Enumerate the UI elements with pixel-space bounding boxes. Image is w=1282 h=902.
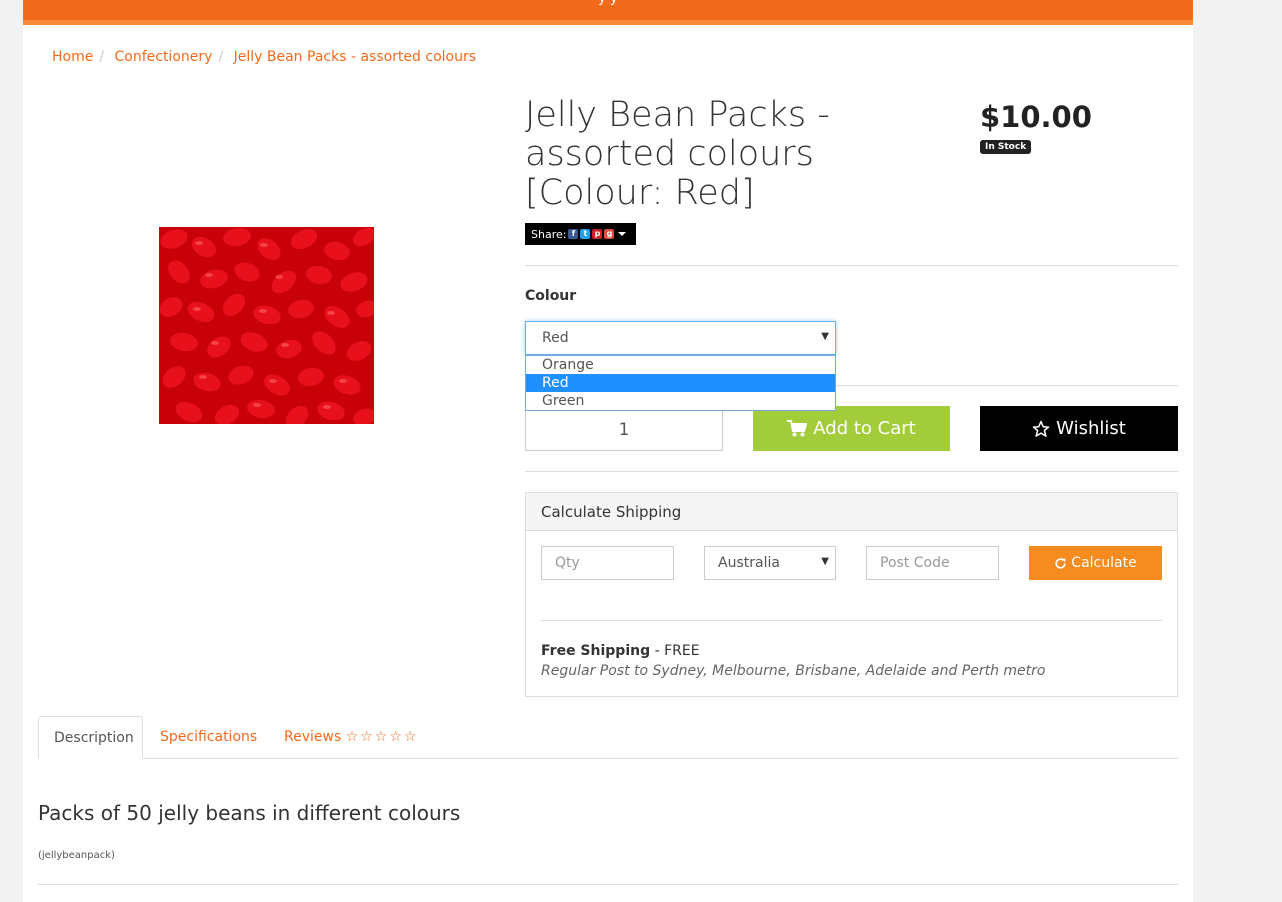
product-title: Jelly Bean Packs - assorted colours [Col… (525, 95, 830, 213)
product-code: (jellybeanpack) (38, 850, 115, 861)
tab-reviews[interactable]: Reviews ☆☆☆☆☆ (269, 716, 433, 759)
shipping-method-description: Regular Post to Sydney, Melbourne, Brisb… (541, 663, 1046, 679)
quantity-input[interactable]: 1 (525, 408, 723, 451)
colour-option-green[interactable]: Green (526, 392, 835, 410)
shipping-calculator-panel: Calculate Shipping Qty Australia ▼ Post … (525, 492, 1178, 697)
rating-stars-icon: ☆☆☆☆☆ (345, 729, 419, 745)
pinterest-icon: p (592, 229, 603, 239)
product-image[interactable] (159, 227, 374, 424)
colour-label: Colour (525, 288, 577, 304)
description-title: Packs of 50 jelly beans in different col… (38, 801, 461, 825)
calculate-button[interactable]: Calculate (1029, 546, 1162, 580)
tab-reviews-label: Reviews (284, 729, 342, 745)
colour-selected-value: Red (542, 330, 569, 346)
share-label: Share: (531, 227, 567, 241)
add-to-cart-label: Add to Cart (813, 418, 916, 439)
wishlist-button[interactable]: Wishlist (980, 406, 1178, 451)
wishlist-label: Wishlist (1056, 418, 1126, 439)
colour-option-orange[interactable]: Orange (526, 356, 835, 374)
breadcrumb: Home / Confectionery / Jelly Bean Packs - … (52, 49, 476, 65)
star-icon (1032, 420, 1050, 437)
breadcrumb-separator: / (99, 49, 105, 65)
shipping-method: Free Shipping - FREE (541, 643, 700, 659)
caret-down-icon (618, 232, 627, 236)
shipping-postcode-input[interactable]: Post Code (866, 546, 999, 580)
breadcrumb-confectionery[interactable]: Confectionery (115, 49, 213, 65)
cart-icon (787, 420, 808, 437)
dropdown-arrow-icon: ▼ (821, 556, 829, 567)
jelly-beans-image (159, 227, 374, 424)
share-button[interactable]: Share: f t p g (525, 223, 636, 245)
divider (38, 884, 1178, 885)
shipping-country-value: Australia (718, 555, 780, 571)
shipping-country-select[interactable]: Australia ▼ (704, 546, 836, 580)
page: y y Home / Confectionery / Jelly Bean Pack… (23, 0, 1193, 902)
refresh-icon (1055, 557, 1066, 569)
shipping-method-price: - FREE (650, 643, 700, 659)
colour-select[interactable]: Red ▼ (525, 321, 836, 355)
colour-option-red[interactable]: Red (526, 374, 835, 392)
colour-dropdown-list: Orange Red Green (525, 355, 836, 411)
add-to-cart-button[interactable]: Add to Cart (753, 406, 950, 451)
breadcrumb-home[interactable]: Home (52, 49, 93, 65)
product-tabs: Description Specifications Reviews ☆☆☆☆☆ (38, 716, 1178, 759)
calculate-label: Calculate (1071, 555, 1137, 571)
shipping-method-name: Free Shipping (541, 643, 651, 659)
divider (541, 620, 1162, 621)
facebook-icon: f (568, 229, 579, 239)
breadcrumb-current[interactable]: Jelly Bean Packs - assorted colours (234, 49, 476, 65)
twitter-icon: t (580, 229, 591, 239)
dropdown-arrow-icon: ▼ (821, 331, 829, 342)
divider (525, 265, 1178, 266)
tab-description[interactable]: Description (38, 716, 143, 759)
shipping-qty-input[interactable]: Qty (541, 546, 674, 580)
divider (525, 471, 1178, 472)
product-price: $10.00 (980, 100, 1092, 134)
tab-specifications[interactable]: Specifications (145, 716, 272, 759)
google-plus-icon: g (604, 229, 615, 239)
stock-badge: In Stock (980, 140, 1032, 154)
top-bar-text: y y (23, 0, 1193, 6)
top-bar: y y (23, 0, 1193, 25)
breadcrumb-separator: / (218, 49, 224, 65)
shipping-panel-heading: Calculate Shipping (526, 493, 1177, 531)
